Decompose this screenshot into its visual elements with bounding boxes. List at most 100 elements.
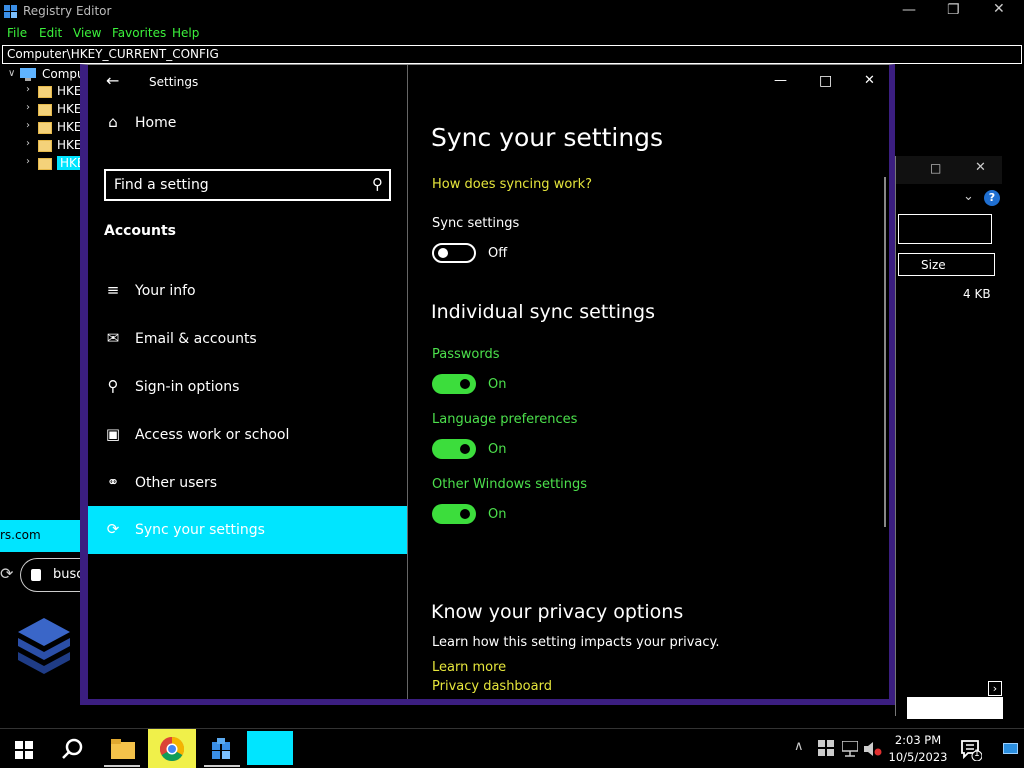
menu-view[interactable]: View	[73, 26, 101, 40]
browser-address-bar[interactable]: busc	[20, 558, 83, 592]
taskbar-settings[interactable]	[247, 731, 293, 765]
browser-tab-strip: rs.com	[0, 520, 82, 552]
sync-settings-state: Off	[488, 246, 508, 261]
show-desktop-icon[interactable]	[1003, 743, 1018, 754]
nav-item-sync-settings[interactable]: ⟳ Sync your settings	[88, 506, 408, 554]
key-icon: ⚲	[107, 377, 119, 395]
taskbar-search-button[interactable]	[48, 729, 96, 768]
passwords-toggle[interactable]	[432, 374, 476, 394]
registry-app-icon	[212, 738, 230, 759]
registry-address-bar[interactable]: Computer\HKEY_CURRENT_CONFIG	[2, 45, 1022, 64]
chevron-down-icon[interactable]: ⌄	[963, 189, 974, 204]
sync-settings-toggle[interactable]	[432, 243, 476, 263]
chevron-right-icon[interactable]: ›	[26, 84, 30, 95]
network-icon[interactable]	[842, 741, 858, 757]
nav-section-heading: Accounts	[104, 223, 177, 239]
search-box[interactable]: ⚲	[104, 169, 391, 201]
search-input[interactable]	[114, 176, 354, 194]
mail-icon: ✉	[106, 329, 120, 347]
nav-item-your-info[interactable]: ≡ Your info	[88, 267, 408, 315]
browser-url-fragment[interactable]: rs.com	[0, 528, 41, 542]
privacy-heading: Know your privacy options	[431, 601, 684, 623]
clock-date: 10/5/2023	[888, 750, 948, 764]
search-icon	[62, 738, 83, 759]
menu-edit[interactable]: Edit	[39, 26, 62, 40]
registry-menubar: File Edit View Favorites Help	[0, 24, 1024, 44]
taskbar-chrome[interactable]	[148, 729, 196, 768]
person-list-icon: ≡	[106, 281, 120, 299]
individual-sync-heading: Individual sync settings	[431, 301, 656, 323]
scroll-right-icon[interactable]: ›	[988, 681, 1002, 696]
stack-logo-icon	[18, 618, 70, 674]
learn-more-link[interactable]: Learn more	[432, 660, 506, 675]
toggle-knob	[438, 248, 448, 258]
nav-home-label: Home	[135, 115, 177, 131]
folder-icon	[38, 104, 52, 116]
page-title: Sync your settings	[431, 123, 664, 152]
restore-icon[interactable]: ❐	[947, 2, 960, 18]
file-size: 4 KB	[963, 287, 991, 301]
menu-file[interactable]: File	[7, 26, 27, 40]
sync-icon: ⟳	[106, 520, 120, 538]
windows-logo-icon	[15, 741, 33, 759]
taskbar: ∧ 2:03 PM 10/5/2023 1	[0, 728, 1024, 768]
menu-favorites[interactable]: Favorites	[112, 26, 166, 40]
registry-title: Registry Editor	[23, 4, 112, 18]
computer-icon	[20, 68, 36, 81]
chrome-icon	[160, 737, 184, 761]
start-button[interactable]	[0, 729, 48, 768]
nav-item-access-work-school[interactable]: ▣ Access work or school	[88, 411, 408, 459]
folder-icon	[38, 158, 52, 170]
search-icon[interactable]: ⚲	[372, 175, 383, 193]
registry-app-icon	[4, 5, 17, 18]
other-windows-settings-toggle[interactable]	[432, 504, 476, 524]
restore-icon[interactable]: □	[930, 161, 941, 175]
chevron-right-icon[interactable]: ›	[26, 138, 30, 149]
tree-root-label[interactable]: Compu	[42, 67, 85, 81]
privacy-text: Learn how this setting impacts your priv…	[432, 635, 720, 650]
clock-time: 2:03 PM	[894, 733, 942, 747]
column-size[interactable]: Size	[921, 258, 946, 272]
chevron-up-icon[interactable]: ∧	[794, 739, 804, 754]
settings-titlebar: ← Settings	[88, 65, 408, 99]
close-icon[interactable]: ✕	[993, 1, 1005, 17]
volume-muted-icon[interactable]	[864, 741, 882, 757]
nav-item-label: Your info	[135, 283, 196, 299]
nav-item-email-accounts[interactable]: ✉ Email & accounts	[88, 315, 408, 363]
nav-item-other-users[interactable]: ⚭ Other users	[88, 459, 408, 507]
help-icon[interactable]: ?	[984, 190, 1000, 206]
menu-help[interactable]: Help	[172, 26, 199, 40]
nav-item-sign-in-options[interactable]: ⚲ Sign-in options	[88, 363, 408, 411]
how-syncing-works-link[interactable]: How does syncing work?	[432, 177, 592, 192]
minimize-icon[interactable]: —	[902, 2, 916, 18]
language-preferences-toggle[interactable]	[432, 439, 476, 459]
close-icon[interactable]: ✕	[975, 160, 986, 175]
chevron-right-icon[interactable]: ›	[26, 156, 30, 167]
other-windows-settings-label: Other Windows settings	[432, 477, 588, 492]
back-arrow-icon[interactable]: ←	[106, 71, 119, 90]
nav-item-label: Email & accounts	[135, 331, 257, 347]
reload-icon[interactable]: ⟳	[0, 564, 13, 583]
active-indicator	[104, 765, 140, 767]
chevron-right-icon[interactable]: ›	[26, 102, 30, 113]
nav-home[interactable]: ⌂ Home	[88, 99, 408, 147]
chevron-down-icon[interactable]: ∨	[8, 68, 15, 79]
background-input[interactable]	[898, 214, 992, 244]
active-indicator	[204, 765, 240, 767]
briefcase-icon: ▣	[105, 425, 121, 443]
taskbar-regedit[interactable]	[198, 729, 246, 768]
nav-item-label: Sync your settings	[135, 522, 265, 538]
other-windows-settings-state: On	[488, 507, 507, 522]
person-add-icon: ⚭	[106, 473, 120, 491]
background-window-titlebar: □ ✕	[896, 156, 1002, 184]
chevron-right-icon[interactable]: ›	[26, 120, 30, 131]
notification-count: 1	[974, 749, 980, 759]
taskbar-file-explorer[interactable]	[98, 729, 146, 768]
taskbar-clock[interactable]: 2:03 PM 10/5/2023	[882, 732, 954, 766]
home-icon: ⌂	[108, 113, 118, 131]
security-icon[interactable]	[818, 740, 834, 756]
privacy-dashboard-link[interactable]: Privacy dashboard	[432, 679, 552, 694]
toggle-knob	[460, 379, 470, 389]
sync-settings-label: Sync settings	[432, 216, 520, 231]
scrollbar[interactable]	[884, 177, 886, 527]
